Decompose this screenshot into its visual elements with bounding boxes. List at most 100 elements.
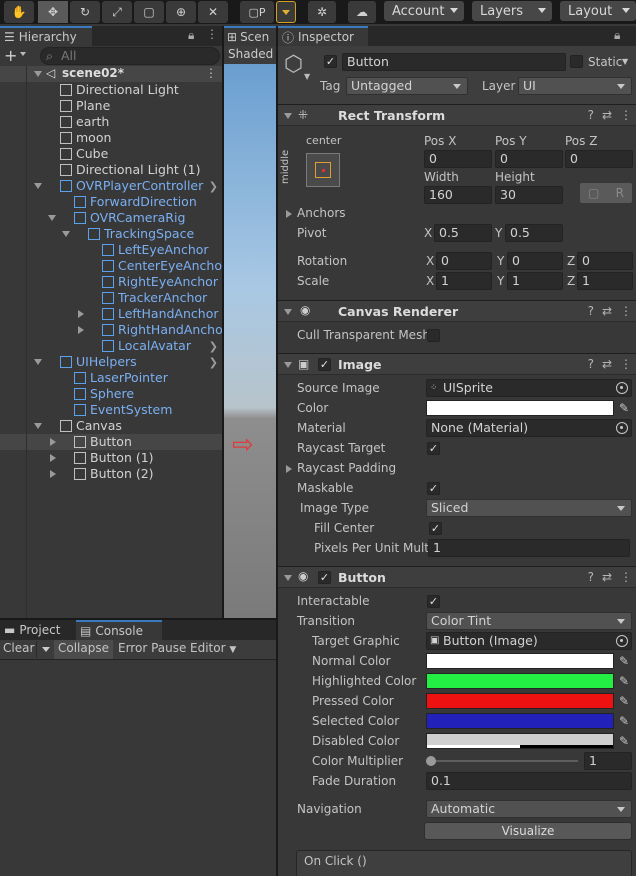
hand-tool-icon[interactable]: ✋ (4, 1, 34, 23)
add-dropdown-icon[interactable] (20, 52, 26, 56)
hierarchy-item-selected[interactable]: Button (0, 434, 222, 450)
preset-icon[interactable]: ⇄ (602, 108, 612, 122)
hierarchy-item[interactable]: UIHelpers ❯ (0, 354, 222, 370)
play-pivot-button[interactable]: ▢ P (240, 1, 274, 23)
hierarchy-item[interactable]: Canvas (0, 418, 222, 434)
tab-console[interactable]: ▤ Console (76, 620, 162, 640)
transition-dropdown[interactable]: Color Tint (426, 612, 632, 630)
raw-edit-button[interactable]: ▢ R (580, 183, 632, 203)
scale-y-field[interactable]: 1 (507, 272, 563, 290)
eyedropper-icon[interactable]: ✎ (616, 733, 632, 749)
lock-icon[interactable]: 🔒︎ (614, 28, 620, 43)
static-dropdown-icon[interactable]: ▼ (622, 57, 628, 66)
hierarchy-item[interactable]: moon (0, 130, 222, 146)
expand-arrow-icon[interactable] (50, 470, 56, 478)
source-image-field[interactable]: ⁘ UISprite (426, 379, 632, 397)
hierarchy-item[interactable]: Sphere (0, 386, 222, 402)
object-name-input[interactable]: Button (342, 53, 566, 71)
pivot-y-field[interactable]: 0.5 (505, 224, 563, 242)
collapse-arrow-icon[interactable] (284, 309, 292, 315)
expand-arrow-icon[interactable] (34, 423, 42, 429)
hierarchy-item[interactable]: LocalAvatar ❯ (0, 338, 222, 354)
scale-z-field[interactable]: 1 (577, 272, 633, 290)
scene-viewport[interactable]: ⇨ (224, 64, 276, 618)
highlighted-color-swatch[interactable] (426, 673, 614, 689)
expand-arrow-icon[interactable] (78, 310, 84, 318)
preset-icon[interactable]: ⇄ (602, 570, 612, 584)
ppu-field[interactable]: 1 (428, 539, 630, 557)
tab-project[interactable]: ▬ Project (0, 620, 76, 640)
posx-field[interactable]: 0 (424, 150, 492, 168)
anchors-label[interactable]: Anchors (297, 206, 346, 220)
hierarchy-search-input[interactable]: All ⌕ (40, 47, 220, 65)
object-picker-icon[interactable] (616, 635, 628, 647)
eyedropper-icon[interactable]: ✎ (616, 713, 632, 729)
lock-icon[interactable]: 🔒︎ (188, 28, 194, 43)
move-gizmo-arrow-icon[interactable]: ⇨ (232, 430, 254, 460)
object-picker-icon[interactable] (616, 422, 628, 434)
tab-hierarchy[interactable]: ☰ Hierarchy (0, 26, 92, 46)
component-menu-icon[interactable]: ⋮ (620, 304, 632, 318)
layers-dropdown[interactable]: Layers (472, 1, 552, 21)
button-component-header[interactable]: ◉ ✓ Button ? ⇄ ⋮ (278, 566, 636, 588)
expand-arrow-icon[interactable] (48, 215, 56, 221)
hierarchy-item[interactable]: RightHandAnchor (0, 322, 228, 338)
color-swatch[interactable] (426, 400, 614, 416)
active-checkbox[interactable]: ✓ (324, 55, 337, 68)
scene-menu-icon[interactable]: ⋮ (205, 66, 217, 80)
chevron-right-icon[interactable]: ❯ (209, 180, 218, 193)
layout-dropdown[interactable]: Layout (560, 1, 636, 21)
add-icon[interactable]: + (4, 46, 17, 65)
help-icon[interactable]: ? (588, 304, 594, 318)
interactable-checkbox[interactable]: ✓ (427, 595, 440, 608)
eyedropper-icon[interactable]: ✎ (616, 693, 632, 709)
posz-field[interactable]: 0 (565, 150, 633, 168)
image-type-dropdown[interactable]: Sliced (426, 499, 632, 517)
hierarchy-item[interactable]: ForwardDirection (0, 194, 222, 210)
hierarchy-item[interactable]: Directional Light (1) (0, 162, 222, 178)
move-tool-icon[interactable]: ✥ (38, 1, 68, 23)
help-icon[interactable]: ? (588, 357, 594, 371)
hierarchy-item[interactable]: Button (2) (0, 466, 222, 482)
expand-arrow-icon[interactable] (62, 231, 70, 237)
rot-z-field[interactable]: 0 (577, 252, 633, 270)
posy-field[interactable]: 0 (495, 150, 563, 168)
collapse-toggle[interactable]: Collapse (54, 640, 113, 659)
expand-arrow-icon[interactable] (50, 438, 56, 446)
shading-mode-dropdown[interactable]: Shaded (228, 47, 273, 61)
raycast-padding-expand-icon[interactable] (286, 465, 292, 473)
fade-duration-field[interactable]: 0.1 (426, 772, 632, 790)
disabled-color-swatch[interactable] (426, 733, 614, 749)
kebab-menu-icon[interactable]: ⋮ (206, 27, 218, 41)
clear-dropdown-icon[interactable] (36, 641, 54, 658)
visualize-button[interactable]: Visualize (424, 822, 632, 840)
tab-inspector[interactable]: ⓘ Inspector (278, 26, 368, 46)
rotate-tool-icon[interactable]: ↻ (70, 1, 100, 23)
component-menu-icon[interactable]: ⋮ (620, 570, 632, 584)
account-dropdown[interactable]: Account (384, 1, 464, 21)
hierarchy-item[interactable]: earth (0, 114, 222, 130)
help-icon[interactable]: ? (588, 108, 594, 122)
target-graphic-field[interactable]: ▣ Button (Image) (426, 632, 632, 650)
pivot-x-field[interactable]: 0.5 (434, 224, 492, 242)
hierarchy-item[interactable]: OVRPlayerController ❯ (0, 178, 222, 194)
scale-x-field[interactable]: 1 (436, 272, 492, 290)
component-menu-icon[interactable]: ⋮ (620, 108, 632, 122)
error-pause-toggle[interactable]: Error Pause (118, 641, 186, 655)
chevron-right-icon[interactable]: ❯ (209, 340, 218, 353)
static-checkbox[interactable] (570, 55, 583, 68)
raycast-target-checkbox[interactable]: ✓ (427, 442, 440, 455)
anchor-preset-button[interactable] (306, 153, 340, 187)
material-field[interactable]: None (Material) (426, 419, 632, 437)
tab-scene[interactable]: ⊞ Scen (224, 26, 276, 46)
scale-tool-icon[interactable]: ⤢ (102, 1, 132, 23)
hierarchy-item[interactable]: OVRCameraRig (0, 210, 222, 226)
editor-dropdown[interactable]: Editor ▼ (190, 641, 236, 655)
anchors-expand-icon[interactable] (286, 210, 292, 218)
pressed-color-swatch[interactable] (426, 693, 614, 709)
clear-button[interactable]: Clear (3, 641, 34, 655)
component-menu-icon[interactable]: ⋮ (620, 357, 632, 371)
expand-arrow-icon[interactable] (34, 71, 42, 77)
collapse-arrow-icon[interactable] (284, 113, 292, 119)
height-field[interactable]: 30 (495, 186, 563, 204)
